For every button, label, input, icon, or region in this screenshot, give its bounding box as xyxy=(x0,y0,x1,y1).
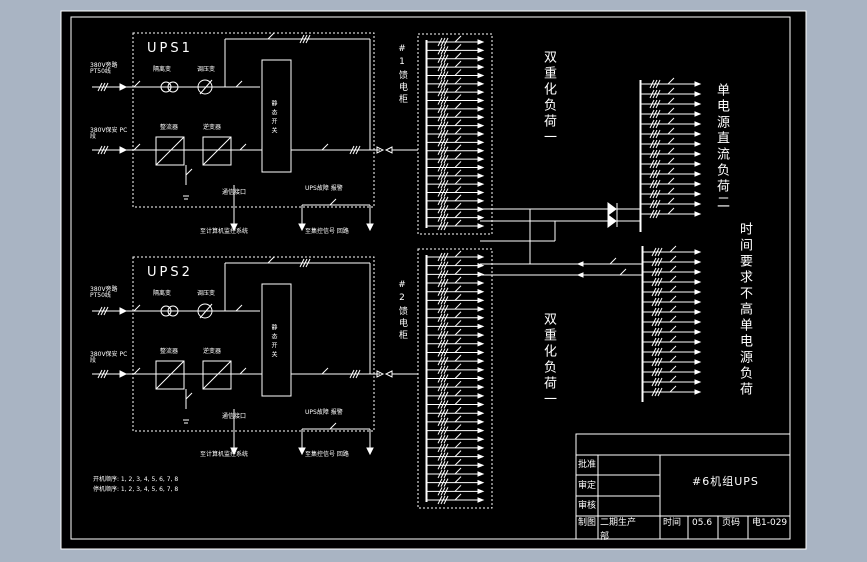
ups1-to-dcs-label: 至计算机监控系统 xyxy=(200,228,249,235)
feeder-1-label: #1馈电柜 xyxy=(397,44,407,106)
ups2-name: UPS2 xyxy=(147,265,193,280)
tb-time-value: 05.6 xyxy=(692,518,713,528)
ups1-alarm-label: UPS故障 报警 xyxy=(305,185,343,192)
dual-load-1-label: 双重化负荷一 xyxy=(541,50,556,146)
ups1-main-input-label: 380V保安 PC段 xyxy=(90,127,128,140)
tb-page-label: 页码 xyxy=(722,518,741,528)
ups2-main-input-label: 380V保安 PC段 xyxy=(90,351,128,364)
tb-approve: 批准 xyxy=(578,460,597,470)
tb-review: 审定 xyxy=(578,481,597,491)
single-load-not-required-label: 时间要求不高单电源负荷 xyxy=(737,222,752,398)
ups2-alarm-label: UPS故障 报警 xyxy=(305,409,343,416)
feeder-2-label: #2馈电柜 xyxy=(397,280,407,342)
ups2-bypass-input-label: 380V旁路 PT50线 xyxy=(90,286,118,299)
start-sequence-note: 开机顺序: 1, 2, 3, 4, 5, 6, 7, 8 xyxy=(93,476,179,483)
ups1-isolation-tf-label: 隔离变 xyxy=(153,66,172,73)
ups1-regulator-tf-label: 调压变 xyxy=(197,66,216,73)
ups2-isolation-tf-label: 隔离变 xyxy=(153,290,172,297)
ups2-to-remote-label: 至集控信号 回路 xyxy=(305,451,349,458)
tb-page-value: 电1-029 xyxy=(752,518,788,528)
tb-draw: 制图 xyxy=(578,518,597,528)
tb-stage: 二期生产 xyxy=(600,518,637,528)
ups1-rectifier-label: 整流器 xyxy=(160,124,179,131)
ups1-name: UPS1 xyxy=(147,41,193,56)
ups2-rectifier-label: 整流器 xyxy=(160,348,179,355)
dual-load-2-label: 双重化负荷一 xyxy=(541,312,556,408)
ups1-bypass-input-label: 380V旁路 PT50线 xyxy=(90,62,118,75)
ups1-inverter-label: 逆变器 xyxy=(203,124,222,131)
ups1-comm-port-label: 通信接口 xyxy=(222,189,247,196)
tb-sheet-label: 部 xyxy=(600,532,610,542)
drawing-title: #6机组UPS xyxy=(692,475,759,488)
single-load-2-label: 单电源直流负荷二 xyxy=(714,83,729,211)
ups2-regulator-tf-label: 调压变 xyxy=(197,290,216,297)
ups1-to-remote-label: 至集控信号 回路 xyxy=(305,228,349,235)
tb-time-label: 时间 xyxy=(663,518,682,528)
ups2-inverter-label: 逆变器 xyxy=(203,348,222,355)
ups1-static-switch-label: 静态开关 xyxy=(270,100,277,136)
stop-sequence-note: 停机顺序: 1, 2, 3, 4, 5, 6, 7, 8 xyxy=(93,486,179,493)
drawing-canvas: UPS1 380V旁路 PT50线 380V保安 PC段 隔离变 调压变 整流器… xyxy=(0,0,867,562)
tb-check: 审核 xyxy=(578,501,597,511)
ups2-static-switch-label: 静态开关 xyxy=(270,324,277,360)
ups2-to-dcs-label: 至计算机监控系统 xyxy=(200,451,249,458)
ups2-comm-port-label: 通信接口 xyxy=(222,413,247,420)
